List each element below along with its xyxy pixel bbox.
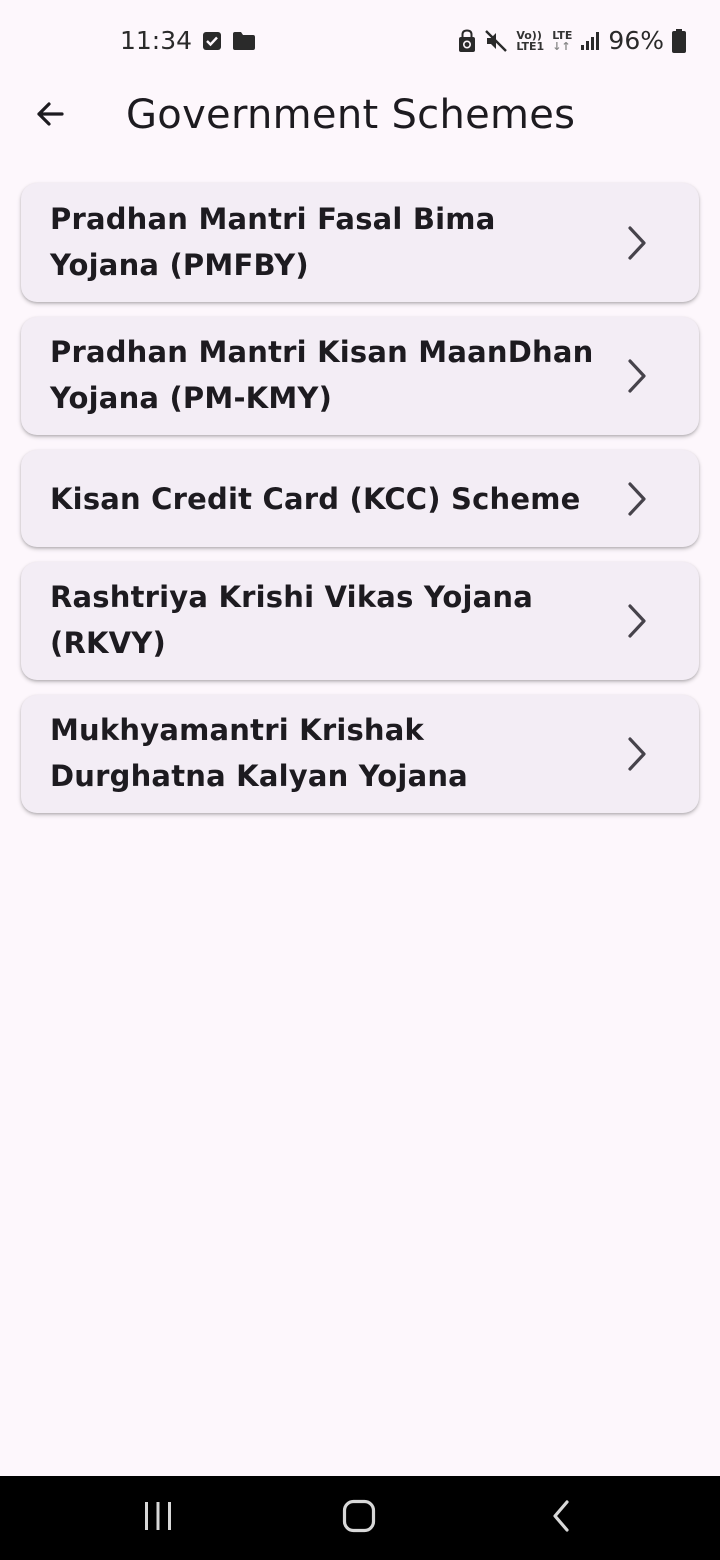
signal-icon (580, 31, 600, 51)
status-left: 11:34 (120, 26, 256, 55)
scheme-label: Pradhan Mantri Fasal Bima Yojana (PMFBY) (50, 202, 496, 282)
page-title: Government Schemes (126, 92, 576, 138)
chevron-right-icon (623, 479, 651, 519)
folder-icon (232, 31, 256, 51)
scheme-card-pm-kmy[interactable]: Pradhan Mantri Kisan MaanDhan Yojana (PM… (21, 317, 699, 435)
scheme-label: Kisan Credit Card (KCC) Scheme (50, 482, 581, 516)
battery-percent: 96% (608, 26, 664, 55)
scheme-card-mkdky[interactable]: Mukhyamantri Krishak Durghatna Kalyan Yo… (21, 695, 699, 813)
scheme-label: Rashtriya Krishi Vikas Yojana (RKVY) (50, 580, 534, 660)
system-nav-bar (0, 1476, 720, 1560)
recents-icon (142, 1501, 174, 1535)
volte-bottom-label: LTE1 (516, 39, 545, 53)
home-button[interactable] (329, 1494, 389, 1542)
chevron-right-icon (623, 601, 651, 641)
scheme-card-rkvy[interactable]: Rashtriya Krishi Vikas Yojana (RKVY) (21, 562, 699, 680)
app-bar: Government Schemes (0, 84, 720, 148)
scheme-card-pmfby[interactable]: Pradhan Mantri Fasal Bima Yojana (PMFBY) (21, 183, 699, 302)
chevron-right-icon (623, 734, 651, 774)
checkbox-notification-icon (202, 31, 222, 51)
lte-icon: LTE ↓↑ (552, 30, 572, 52)
mute-icon (484, 29, 508, 53)
chevron-right-icon (623, 223, 651, 263)
nav-back-button[interactable] (531, 1494, 591, 1542)
lte-arrows-label: ↓↑ (552, 39, 571, 53)
scheme-card-kcc[interactable]: Kisan Credit Card (KCC) Scheme (21, 450, 699, 547)
nav-back-icon (550, 1499, 572, 1537)
lte-label: LTE (552, 28, 573, 42)
chevron-right-icon (623, 356, 651, 396)
lock-recycle-icon (458, 28, 476, 53)
status-time: 11:34 (120, 26, 193, 55)
recents-button[interactable] (128, 1494, 188, 1542)
back-button[interactable] (24, 90, 76, 142)
volte-top-label: Vo)) (516, 28, 542, 42)
home-icon (342, 1499, 376, 1537)
arrow-back-icon (34, 98, 66, 134)
status-bar: 11:34 Vo)) LTE1 LTE ↓↑ 96% (0, 0, 720, 84)
status-right: Vo)) LTE1 LTE ↓↑ 96% (458, 26, 686, 55)
battery-icon (672, 28, 686, 53)
scheme-label: Mukhyamantri Krishak Durghatna Kalyan Yo… (50, 713, 468, 793)
scheme-label: Pradhan Mantri Kisan MaanDhan Yojana (PM… (50, 335, 594, 415)
screen: 11:34 Vo)) LTE1 LTE ↓↑ 96% Government Sc… (0, 0, 720, 1560)
volte-icon: Vo)) LTE1 (516, 30, 544, 52)
